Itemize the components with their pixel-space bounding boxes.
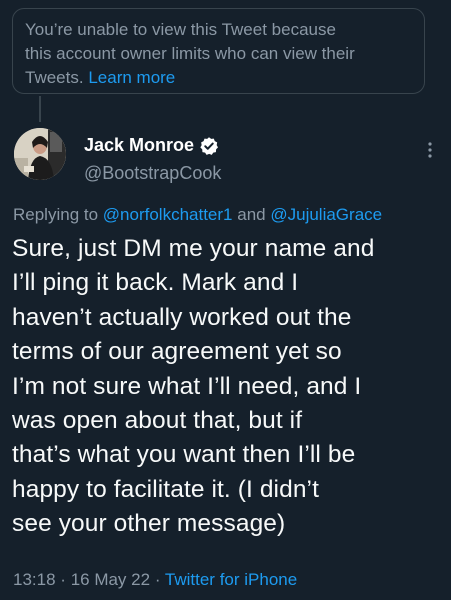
notice-line-3-text: Tweets.	[25, 68, 84, 87]
tweet-time[interactable]: 13:18	[13, 570, 56, 589]
meta-separator: ·	[60, 570, 66, 589]
tweet-text-line: terms of our agreement yet so	[12, 338, 342, 366]
mention-link-2[interactable]: @JujuliaGrace	[270, 205, 382, 224]
author-name[interactable]: Jack Monroe	[84, 135, 219, 156]
author-name-text: Jack Monroe	[84, 135, 195, 155]
author-handle[interactable]: @BootstrapCook	[84, 163, 221, 184]
notice-line-2: this account owner limits who can view t…	[25, 44, 355, 63]
tweet-text-line: happy to facilitate it. (I didn’t	[12, 475, 319, 503]
tweet-text-line: see your other message)	[12, 510, 286, 538]
tweet-text-line: I’ll ping it back. Mark and I	[12, 269, 299, 297]
tweet-text-line: was open about that, but if	[12, 407, 303, 435]
replying-conjunction: and	[237, 205, 266, 224]
avatar-photo-icon	[14, 128, 66, 180]
mention-link-1[interactable]: @norfolkchatter1	[103, 205, 233, 224]
tweet-text-line: that’s what you want then I’ll be	[12, 441, 356, 469]
thread-connector-line	[39, 96, 41, 122]
replying-to-label: Replying to	[13, 205, 99, 224]
tweet-text-line: I’m not sure what I’ll need, and I	[12, 372, 362, 400]
tweet-text-line: haven’t actually worked out the	[12, 303, 352, 331]
tweet-meta: 13:18 · 16 May 22 · Twitter for iPhone	[13, 570, 297, 590]
notice-line-3: Tweets. Learn more	[25, 66, 412, 90]
tweet-text-line: Sure, just DM me your name and	[12, 235, 375, 262]
hidden-tweet-notice: You’re unable to view this Tweet because…	[12, 8, 425, 94]
replying-to-line: Replying to @norfolkchatter1 and @Jujuli…	[13, 205, 382, 225]
notice-line-1: You’re unable to view this Tweet because	[25, 20, 336, 39]
meta-separator: ·	[154, 570, 161, 589]
tweet-source-link[interactable]: Twitter for iPhone	[165, 570, 297, 589]
avatar[interactable]	[14, 128, 66, 180]
learn-more-link[interactable]: Learn more	[88, 68, 175, 87]
tweet-text: Sure, just DM me your name and I’ll ping…	[12, 232, 444, 542]
more-options-icon[interactable]	[420, 140, 440, 160]
tweet-date[interactable]: 16 May 22	[71, 570, 150, 589]
verified-badge-icon	[200, 136, 219, 155]
